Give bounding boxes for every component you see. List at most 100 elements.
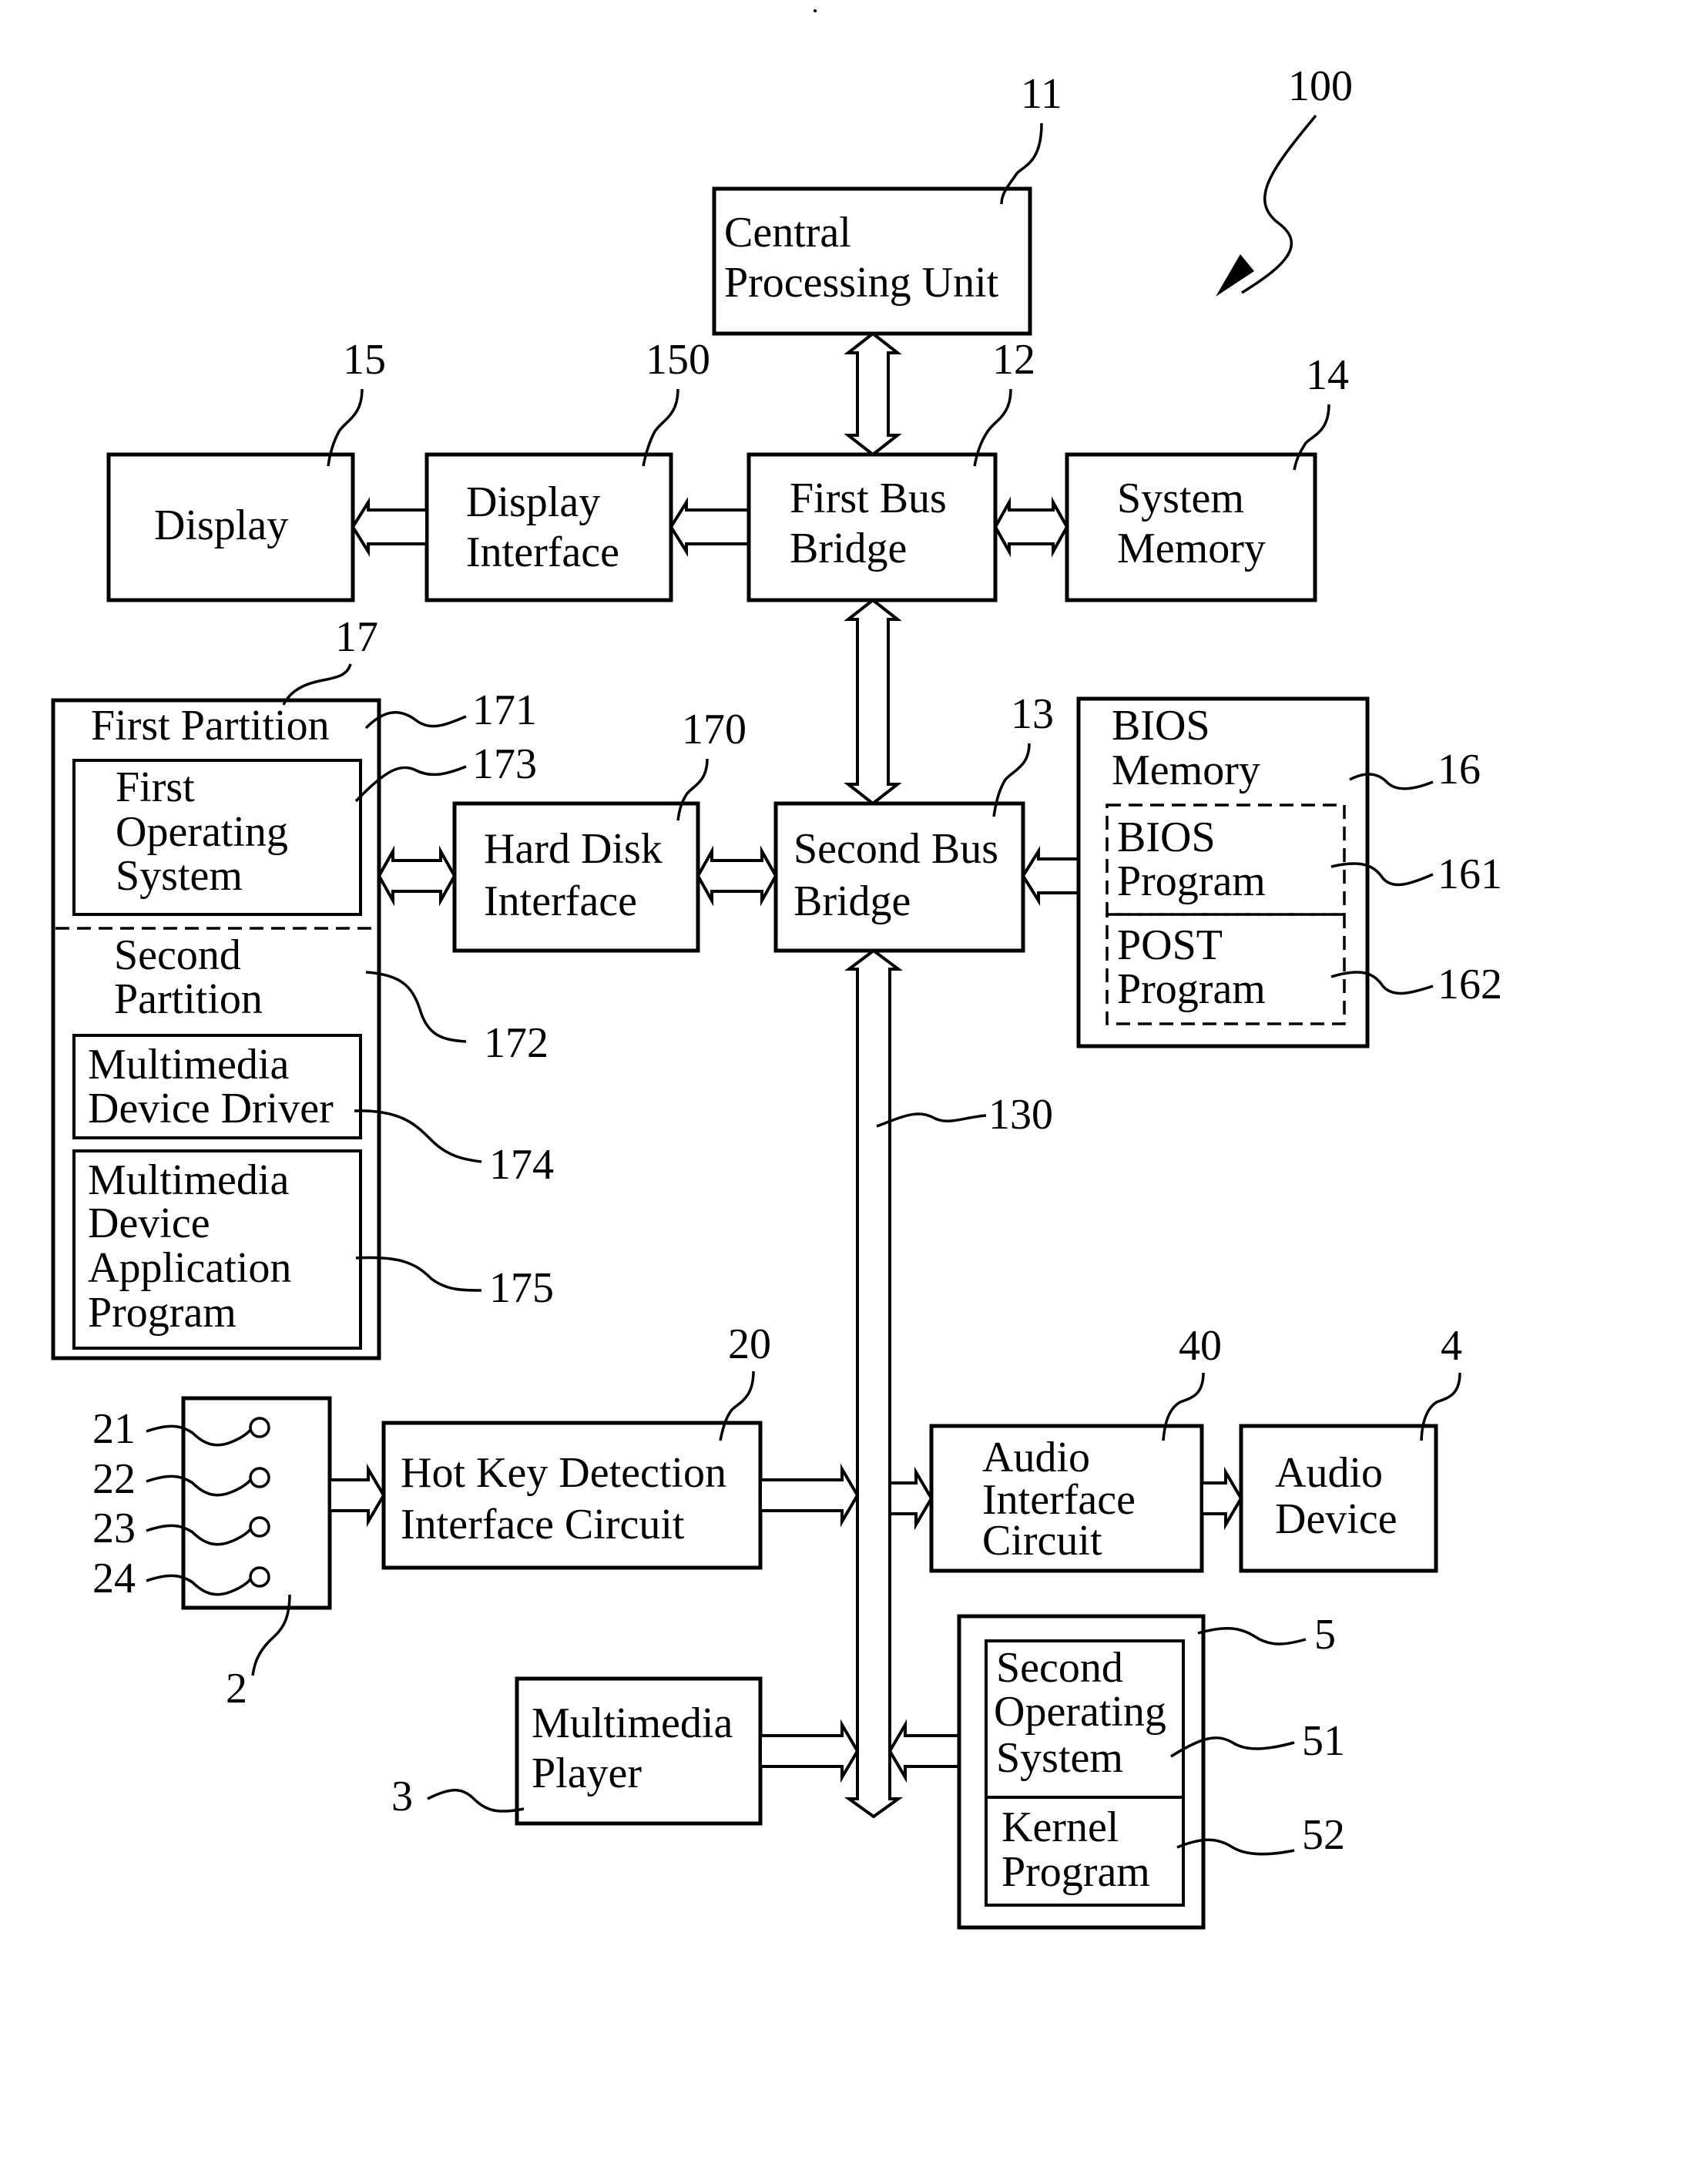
audio-interface-line3: Circuit (982, 1517, 1102, 1565)
mm-driver-ref: 174 (489, 1141, 554, 1189)
second-partition-line2: Partition (114, 975, 263, 1023)
display-interface-block (424, 452, 673, 602)
audio-interface-arrow (888, 1466, 934, 1531)
hard-disk-ref: 17 (335, 613, 378, 661)
audio-interface-ref: 40 (1179, 1322, 1222, 1370)
mm-app-line1: Multimedia (88, 1156, 289, 1204)
post-program-line2: Program (1117, 965, 1266, 1013)
hotkey-circuit-line2: Interface Circuit (401, 1501, 685, 1548)
storage-5-ref: 5 (1314, 1611, 1336, 1659)
first-os-line2: Operating (116, 808, 288, 856)
first-os-ref: 173 (472, 740, 537, 788)
block-diagram: 100 Central Processing Unit 11 Display 1… (51, 9, 1502, 1930)
cpu-ref: 11 (1021, 70, 1062, 118)
bios-memory-ref: 16 (1438, 746, 1481, 793)
hotkey-arrow (328, 1463, 386, 1528)
display-arrow (351, 497, 428, 557)
bios-program-line2: Program (1117, 857, 1266, 905)
system-bus-130 (844, 948, 904, 1819)
mm-app-line4: Program (88, 1289, 237, 1337)
hotkey-24-icon[interactable] (249, 1566, 270, 1588)
cpu-label-line2: Processing Unit (724, 259, 999, 307)
bridge-bridge-arrow (844, 598, 902, 806)
hotkey-circuit-line1: Hot Key Detection (401, 1449, 726, 1497)
scan-artifact (814, 9, 817, 12)
hotkey-panel-ref: 2 (226, 1665, 247, 1713)
system-memory-ref: 14 (1306, 351, 1349, 399)
first-os-line1: First (116, 763, 195, 811)
second-os-ref: 51 (1302, 1717, 1345, 1765)
first-bus-bridge-line1: First Bus (790, 475, 947, 522)
ref-100-arrowhead-icon (1216, 254, 1254, 297)
mm-app-line2: Device (88, 1199, 210, 1247)
second-bus-bridge-ref: 13 (1011, 690, 1054, 738)
hotkey-24-ref: 24 (92, 1555, 136, 1602)
hotkey-bus-arrow (759, 1463, 860, 1528)
multimedia-player-leader (427, 1789, 525, 1813)
audio-interface-line1: Audio (982, 1434, 1090, 1481)
post-program-ref: 162 (1438, 961, 1502, 1008)
hotkey-23-icon[interactable] (249, 1516, 270, 1538)
hdd-bridge-arrow (696, 845, 778, 907)
storage-5-leader (1197, 1626, 1307, 1646)
second-partition-ref: 172 (484, 1019, 549, 1067)
hotkey-21-ref: 21 (92, 1405, 136, 1453)
first-partition-ref: 171 (472, 686, 537, 734)
display-ref: 15 (343, 336, 386, 384)
system-bus-ref: 130 (988, 1091, 1053, 1139)
system-memory-arrow (993, 496, 1069, 558)
bios-memory-line1: BIOS (1112, 702, 1210, 750)
hotkey-22-ref: 22 (92, 1455, 136, 1503)
second-os-line3: System (996, 1734, 1123, 1782)
second-os-line1: Second (996, 1644, 1123, 1692)
mm-app-ref: 175 (489, 1264, 554, 1312)
hdd-interface-line2: Interface (484, 877, 637, 925)
display-interface-ref: 150 (646, 336, 710, 384)
cpu-label-line1: Central (724, 209, 851, 257)
second-bus-bridge-line2: Bridge (793, 877, 911, 925)
display-interface-line2: Interface (466, 528, 619, 576)
multimedia-player-line1: Multimedia (532, 1699, 733, 1747)
first-bus-bridge-line2: Bridge (790, 525, 907, 572)
hotkey-circuit-ref: 20 (728, 1320, 771, 1368)
hotkey-21-icon[interactable] (249, 1417, 270, 1438)
post-program-line1: POST (1117, 921, 1223, 969)
bios-program-line1: BIOS (1117, 814, 1216, 861)
first-partition-label: First Partition (91, 702, 330, 750)
hdd-interface-line1: Hard Disk (484, 825, 663, 873)
second-os-line2: Operating (994, 1688, 1166, 1736)
hdd-arrow (377, 845, 457, 907)
system-memory-line1: System (1117, 475, 1244, 522)
storage-5-arrow (887, 1719, 961, 1783)
bios-program-ref: 161 (1438, 850, 1502, 898)
audio-device-line2: Device (1275, 1495, 1397, 1543)
hdd-interface-ref: 170 (682, 706, 746, 753)
bios-memory-line2: Memory (1112, 746, 1260, 794)
ref-100: 100 (1288, 62, 1353, 110)
multimedia-player-line2: Player (532, 1750, 642, 1797)
hotkey-23-ref: 23 (92, 1505, 136, 1552)
kernel-ref: 52 (1302, 1811, 1345, 1859)
mm-driver-line2: Device Driver (88, 1085, 334, 1132)
system-memory-line2: Memory (1117, 525, 1266, 572)
first-os-line3: System (116, 852, 243, 900)
bios-arrow (1021, 846, 1080, 906)
second-partition-line1: Second (114, 931, 241, 979)
mm-driver-line1: Multimedia (88, 1041, 289, 1089)
kernel-line1: Kernel (1001, 1803, 1119, 1851)
ref-100-squiggle (1241, 114, 1317, 294)
system-bus-leader (876, 1112, 987, 1128)
audio-device-arrow (1200, 1466, 1243, 1531)
display-label: Display (154, 502, 288, 549)
display-interface-line1: Display (466, 478, 600, 526)
multimedia-player-arrow (759, 1719, 860, 1783)
display-interface-arrow (669, 497, 750, 557)
mm-app-line3: Application (88, 1244, 291, 1292)
multimedia-player-ref: 3 (391, 1773, 413, 1820)
audio-device-ref: 4 (1441, 1322, 1462, 1370)
cpu-bridge-arrow (844, 331, 902, 457)
first-bus-bridge-ref: 12 (992, 336, 1035, 384)
hotkey-22-icon[interactable] (249, 1467, 270, 1488)
second-bus-bridge-line1: Second Bus (793, 825, 998, 873)
audio-device-line1: Audio (1275, 1449, 1383, 1497)
